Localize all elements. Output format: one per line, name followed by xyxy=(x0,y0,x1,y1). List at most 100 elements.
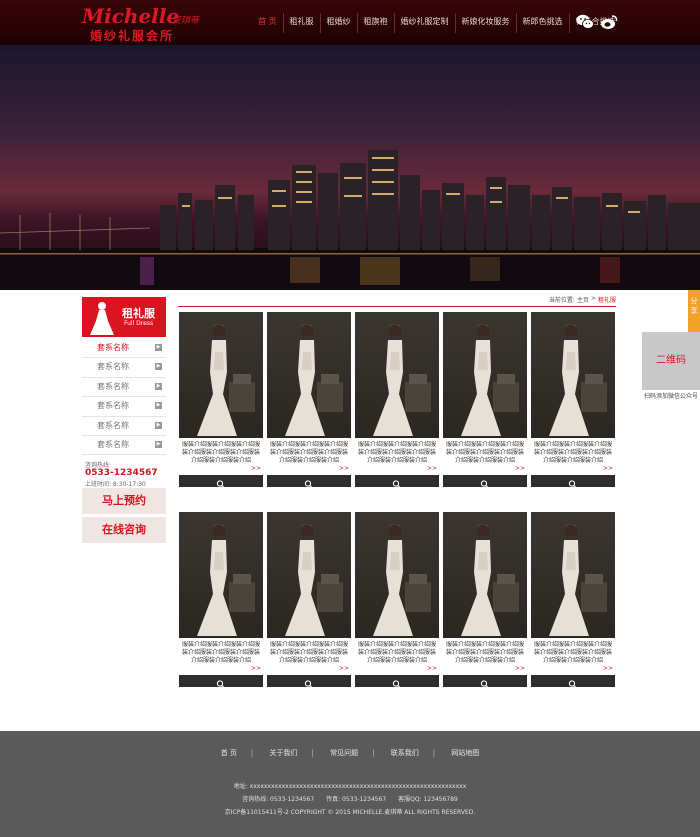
breadcrumb-home[interactable]: 主页 xyxy=(577,295,589,304)
hero-banner xyxy=(0,45,700,290)
more-link[interactable]: >> xyxy=(603,465,613,472)
more-link[interactable]: >> xyxy=(427,665,437,672)
more-link[interactable]: >> xyxy=(251,665,261,672)
zoom-button[interactable] xyxy=(531,475,615,488)
dress-photo xyxy=(197,324,255,436)
zoom-button[interactable] xyxy=(531,675,615,688)
more-link[interactable]: >> xyxy=(339,665,349,672)
wechat-icon[interactable] xyxy=(576,14,594,30)
zoom-button[interactable] xyxy=(267,475,351,488)
product-photo[interactable] xyxy=(179,312,263,438)
product-photo[interactable] xyxy=(267,512,351,638)
nav-item-home[interactable]: 首 页 xyxy=(252,13,284,33)
more-link[interactable]: >> xyxy=(427,465,437,472)
nav-item-rent-dress[interactable]: 租礼服 xyxy=(284,13,321,33)
product-card[interactable]: 服装介绍服装介绍服装介绍服装介绍服装介绍服装介绍服装介绍服装介绍服装介绍 >> xyxy=(443,312,527,488)
footer-address: 地址: xxxxxxxxxxxxxxxxxxxxxxxxxxxxxxxxxxxx… xyxy=(233,783,467,790)
dress-photo xyxy=(373,524,431,636)
product-photo[interactable] xyxy=(267,312,351,438)
search-icon xyxy=(304,680,313,688)
nav-item-rent-wedding[interactable]: 租婚纱 xyxy=(321,13,358,33)
sidebar-item[interactable]: 套系名称 ▶ xyxy=(82,436,166,456)
footer-link-about[interactable]: 关于我们 xyxy=(262,749,306,757)
sidebar-item[interactable]: 套系名称 ▶ xyxy=(82,358,166,378)
product-card[interactable]: 服装介绍服装介绍服装介绍服装介绍服装介绍服装介绍服装介绍服装介绍服装介绍 >> xyxy=(267,312,351,488)
product-card[interactable]: 服装介绍服装介绍服装介绍服装介绍服装介绍服装介绍服装介绍服装介绍服装介绍 >> xyxy=(355,312,439,488)
product-card[interactable]: 服装介绍服装介绍服装介绍服装介绍服装介绍服装介绍服装介绍服装介绍服装介绍 >> xyxy=(443,512,527,688)
page: Michelle 麦琪蒂 婚纱礼服会所 首 页 租礼服 租婚纱 租旗袍 婚纱礼服… xyxy=(0,0,700,837)
dress-photo xyxy=(373,324,431,436)
product-description: 服装介绍服装介绍服装介绍服装介绍服装介绍服装介绍服装介绍服装介绍服装介绍 xyxy=(445,641,524,664)
dress-photo xyxy=(549,524,607,636)
nav-item-rent-qipao[interactable]: 租旗袍 xyxy=(358,13,395,33)
product-description: 服装介绍服装介绍服装介绍服装介绍服装介绍服装介绍服装介绍服装介绍服装介绍 xyxy=(533,441,612,464)
zoom-button[interactable] xyxy=(179,675,263,688)
qr-caption: 扫码添加微信公众号 xyxy=(644,393,699,400)
zoom-button[interactable] xyxy=(179,475,263,488)
product-card[interactable]: 服装介绍服装介绍服装介绍服装介绍服装介绍服装介绍服装介绍服装介绍服装介绍 >> xyxy=(355,512,439,688)
dress-photo xyxy=(549,324,607,436)
logo[interactable]: Michelle 麦琪蒂 婚纱礼服会所 xyxy=(82,4,207,43)
more-link[interactable]: >> xyxy=(251,465,261,472)
search-icon xyxy=(568,480,577,488)
nav-item-groom[interactable]: 新郎色挑选 xyxy=(517,13,570,33)
sidebar-item[interactable]: 套系名称 ▶ xyxy=(82,417,166,436)
product-card[interactable]: 服装介绍服装介绍服装介绍服装介绍服装介绍服装介绍服装介绍服装介绍服装介绍 >> xyxy=(267,512,351,688)
more-link[interactable]: >> xyxy=(603,665,613,672)
footer-link-home[interactable]: 首 页 xyxy=(213,749,245,757)
footer-link-faq[interactable]: 常见问题 xyxy=(322,749,366,757)
footer-contacts: 咨询热线: 0533-1234567 传真: 0533-1234567 客服QQ… xyxy=(0,794,700,803)
sidebar-item[interactable]: 套系名称 ▶ xyxy=(82,378,166,398)
more-link[interactable]: >> xyxy=(339,465,349,472)
breadcrumb: 当前位置: 主页 > 租礼服 xyxy=(549,295,616,304)
qr-code: 二维码 xyxy=(642,332,700,390)
product-description: 服装介绍服装介绍服装介绍服装介绍服装介绍服装介绍服装介绍服装介绍服装介绍 xyxy=(533,641,612,664)
online-consult-button[interactable]: 在线咨询 xyxy=(82,517,166,543)
sidebar-item[interactable]: 套系名称 ▶ xyxy=(82,397,166,417)
product-photo[interactable] xyxy=(531,312,615,438)
search-icon xyxy=(216,480,225,488)
product-card[interactable]: 服装介绍服装介绍服装介绍服装介绍服装介绍服装介绍服装介绍服装介绍服装介绍 >> xyxy=(531,312,615,488)
search-icon xyxy=(392,680,401,688)
product-card[interactable]: 服装介绍服装介绍服装介绍服装介绍服装介绍服装介绍服装介绍服装介绍服装介绍 >> xyxy=(179,512,263,688)
product-description: 服装介绍服装介绍服装介绍服装介绍服装介绍服装介绍服装介绍服装介绍服装介绍 xyxy=(181,641,260,664)
sidebar-title: 租礼服 xyxy=(122,307,155,320)
arrow-right-icon: ▶ xyxy=(155,440,162,448)
product-description: 服装介绍服装介绍服装介绍服装介绍服装介绍服装介绍服装介绍服装介绍服装介绍 xyxy=(269,641,348,664)
sidebar-item[interactable]: 套系名称 ▶ xyxy=(82,339,166,359)
weibo-icon[interactable] xyxy=(600,14,618,30)
share-tab[interactable]: 分享 xyxy=(688,290,700,332)
search-icon xyxy=(568,680,577,688)
nav-item-makeup[interactable]: 新娘化妆服务 xyxy=(456,13,517,33)
footer-link-sitemap[interactable]: 网站地图 xyxy=(443,749,487,757)
more-link[interactable]: >> xyxy=(515,465,525,472)
zoom-button[interactable] xyxy=(355,675,439,688)
product-photo[interactable] xyxy=(179,512,263,638)
product-photo[interactable] xyxy=(531,512,615,638)
product-description: 服装介绍服装介绍服装介绍服装介绍服装介绍服装介绍服装介绍服装介绍服装介绍 xyxy=(269,441,348,464)
product-photo[interactable] xyxy=(355,512,439,638)
footer-nav: 首 页 | 关于我们 | 常见问题 | 联系我们 | 网站地图 xyxy=(0,748,700,758)
footer-fax: 传真: 0533-1234567 xyxy=(326,796,387,803)
product-photo[interactable] xyxy=(443,312,527,438)
product-card[interactable]: 服装介绍服装介绍服装介绍服装介绍服装介绍服装介绍服装介绍服装介绍服装介绍 >> xyxy=(531,512,615,688)
zoom-button[interactable] xyxy=(267,675,351,688)
dress-photo xyxy=(285,324,343,436)
zoom-button[interactable] xyxy=(443,675,527,688)
logo-cn-text: 婚纱礼服会所 xyxy=(90,29,175,43)
search-icon xyxy=(392,480,401,488)
zoom-button[interactable] xyxy=(443,475,527,488)
footer-link-contact[interactable]: 联系我们 xyxy=(383,749,427,757)
book-now-button[interactable]: 马上预约 xyxy=(82,488,166,514)
product-card[interactable]: 服装介绍服装介绍服装介绍服装介绍服装介绍服装介绍服装介绍服装介绍服装介绍 >> xyxy=(179,312,263,488)
hotline-phone: 0533-1234567 xyxy=(85,468,158,478)
product-photo[interactable] xyxy=(443,512,527,638)
dress-photo xyxy=(197,524,255,636)
arrow-right-icon: ▶ xyxy=(155,402,162,410)
more-link[interactable]: >> xyxy=(515,665,525,672)
zoom-button[interactable] xyxy=(355,475,439,488)
sidebar-subtitle: Full Dress xyxy=(124,320,154,327)
nav-item-custom[interactable]: 婚纱礼服定制 xyxy=(395,13,456,33)
breadcrumb-current: 租礼服 xyxy=(597,297,616,304)
product-photo[interactable] xyxy=(355,312,439,438)
